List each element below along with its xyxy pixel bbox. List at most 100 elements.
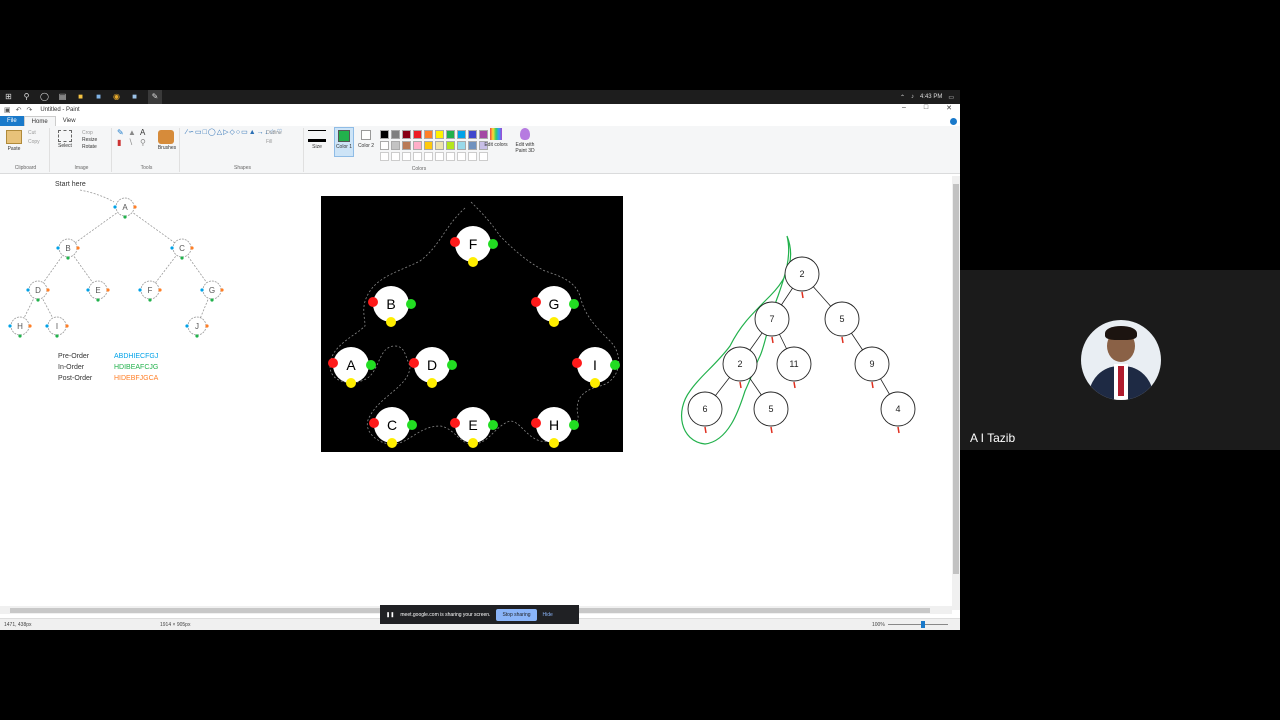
clock[interactable]: 4:43 PM	[920, 94, 942, 100]
palette-color[interactable]	[402, 130, 411, 139]
paint-icon[interactable]: ✎	[148, 90, 162, 104]
crop-button[interactable]: Crop	[82, 130, 93, 136]
preorder-dot	[26, 288, 30, 292]
palette-color[interactable]	[468, 141, 477, 150]
postorder-dot	[366, 360, 376, 370]
help-icon[interactable]	[950, 118, 957, 125]
palette-empty-slot[interactable]	[402, 152, 411, 161]
palette-empty-slot[interactable]	[468, 152, 477, 161]
palette-color[interactable]	[391, 141, 400, 150]
color1-button[interactable]: Color 1	[334, 127, 354, 157]
palette-empty-slot[interactable]	[380, 152, 389, 161]
palette-color[interactable]	[413, 130, 422, 139]
palette-color[interactable]	[435, 130, 444, 139]
hide-button[interactable]: Hide	[543, 612, 553, 618]
save-icon[interactable]: ▣	[4, 106, 11, 114]
rotate-button[interactable]: Rotate	[82, 144, 97, 150]
drawing-canvas[interactable]: Start here ABCDEFGHIJ Pre-Order ABDHIECF…	[0, 176, 952, 606]
tree3-red-tick	[801, 291, 804, 299]
zoom-slider-thumb[interactable]	[921, 621, 925, 628]
resize-button[interactable]: Resize	[82, 137, 97, 143]
inorder-label: In-Order	[58, 364, 85, 371]
color2-button[interactable]: Color 2	[356, 127, 376, 157]
fill-button[interactable]: Fill	[266, 139, 272, 145]
tab-file[interactable]: File	[0, 116, 24, 126]
eraser-icon[interactable]: ▮	[117, 139, 121, 147]
tree1-nodes: A B C D E F G H I J	[8, 197, 224, 338]
paste-icon[interactable]	[6, 130, 22, 144]
palette-color[interactable]	[424, 130, 433, 139]
size-icon[interactable]	[308, 130, 326, 142]
palette-color[interactable]	[468, 130, 477, 139]
text-icon[interactable]: A	[140, 129, 145, 137]
palette-color[interactable]	[380, 130, 389, 139]
select-button[interactable]: Select	[56, 143, 74, 149]
file-explorer-icon[interactable]: ■	[76, 93, 85, 102]
notification-icon[interactable]: ▭	[948, 94, 954, 101]
palette-empty-slot[interactable]	[446, 152, 455, 161]
app-icon[interactable]: ■	[94, 93, 103, 102]
palette-color[interactable]	[435, 141, 444, 150]
edit-colors-icon[interactable]	[490, 128, 502, 140]
magnifier-icon[interactable]: ⚲	[140, 139, 146, 147]
inorder-dot	[180, 256, 184, 260]
undo-icon[interactable]: ↶	[16, 106, 22, 114]
color-picker-icon[interactable]: ∖	[128, 139, 133, 147]
vertical-scrollbar[interactable]	[952, 176, 960, 610]
tab-view[interactable]: View	[56, 116, 83, 126]
share-banner-text: meet.google.com is sharing your screen.	[400, 611, 491, 618]
palette-color[interactable]	[457, 141, 466, 150]
palette-color[interactable]	[424, 141, 433, 150]
copy-button[interactable]: Copy	[28, 139, 40, 145]
palette-empty-slot[interactable]	[457, 152, 466, 161]
palette-empty-slot[interactable]	[435, 152, 444, 161]
palette-color[interactable]	[391, 130, 400, 139]
volume-icon[interactable]: ♪	[911, 94, 914, 100]
redo-icon[interactable]: ↷	[27, 106, 33, 114]
palette-color[interactable]	[446, 141, 455, 150]
select-icon[interactable]	[58, 130, 72, 142]
maximize-button[interactable]: □	[924, 104, 928, 112]
windows-icon[interactable]: ⊞	[4, 93, 13, 102]
paste-button[interactable]: Paste	[4, 146, 24, 152]
minimize-button[interactable]: –	[902, 104, 906, 112]
fill-icon[interactable]: ▲	[128, 129, 136, 137]
participant-tile[interactable]: A I Tazib	[960, 270, 1280, 450]
palette-color[interactable]	[446, 130, 455, 139]
chevron-up-icon[interactable]: ⌃	[900, 94, 905, 101]
brushes-button[interactable]: Brushes	[156, 145, 178, 151]
image-label: Image	[74, 165, 89, 171]
vertical-scroll-thumb[interactable]	[953, 184, 959, 574]
brushes-icon[interactable]	[158, 130, 174, 144]
palette-empty-slot[interactable]	[413, 152, 422, 161]
palette-color[interactable]	[479, 130, 488, 139]
edit-colors-button[interactable]: Edit colors	[484, 142, 508, 148]
search-icon[interactable]: ⚲	[22, 93, 31, 102]
paint3d-button[interactable]: Edit with Paint 3D	[510, 142, 540, 154]
zoom-slider[interactable]	[888, 624, 948, 625]
clipboard-label: Clipboard	[14, 165, 37, 171]
cortana-icon[interactable]: ◯	[40, 93, 49, 102]
chrome-icon[interactable]: ◉	[112, 93, 121, 102]
cut-button[interactable]: Cut	[28, 130, 36, 136]
palette-empty-slot[interactable]	[479, 152, 488, 161]
palette-color[interactable]	[457, 130, 466, 139]
task-view-icon[interactable]: ▤	[58, 93, 67, 102]
tab-home[interactable]: Home	[23, 116, 56, 126]
shapes-gallery[interactable]: ∕∽▭□◯△▷◇○▭▲→↓☆♡	[186, 129, 283, 136]
palette-empty-slot[interactable]	[391, 152, 400, 161]
outline-button[interactable]: Outline	[266, 130, 282, 136]
palette-color[interactable]	[413, 141, 422, 150]
tree3-node-label: 6	[702, 404, 707, 414]
app2-icon[interactable]: ■	[130, 93, 139, 102]
palette-empty-slot[interactable]	[424, 152, 433, 161]
size-button[interactable]: Size	[306, 144, 328, 150]
postorder-dot	[488, 420, 498, 430]
paint3d-icon[interactable]	[520, 128, 530, 140]
palette-color[interactable]	[402, 141, 411, 150]
palette-color[interactable]	[380, 141, 389, 150]
close-button[interactable]: ✕	[946, 104, 952, 112]
postorder-dot	[190, 246, 194, 250]
pencil-icon[interactable]: ✎	[117, 129, 124, 137]
stop-sharing-button[interactable]: Stop sharing	[496, 608, 537, 621]
